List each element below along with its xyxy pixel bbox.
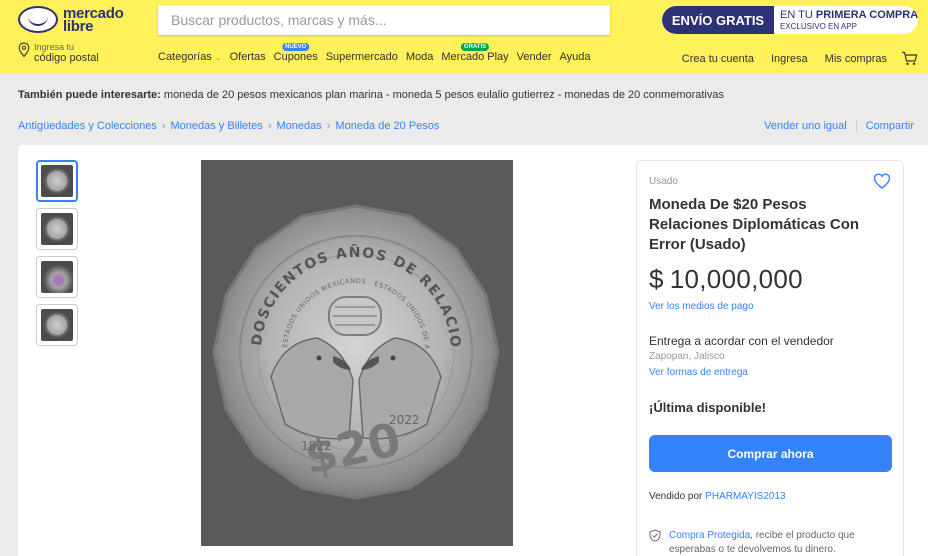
thumbnail-gallery xyxy=(36,160,78,352)
related-searches: También puede interesarte: moneda de 20 … xyxy=(18,89,724,101)
nav-label: Cupones xyxy=(273,51,318,63)
stock-status: ¡Última disponible! xyxy=(649,400,766,415)
divider xyxy=(855,120,857,132)
buy-now-button[interactable]: Comprar ahora xyxy=(649,435,892,472)
breadcrumb-item-moneda-20-pesos[interactable]: Moneda de 20 Pesos xyxy=(335,120,439,132)
promo-app-exclusive: EXCLUSIVO EN APP xyxy=(780,22,857,31)
coin-year-right: 2022 xyxy=(389,413,420,427)
breadcrumb-separator: › xyxy=(326,120,331,132)
sell-similar-link[interactable]: Vender uno igual xyxy=(764,120,847,132)
promo-first-purchase: EN TU PRIMERA COMPRA xyxy=(780,9,918,21)
postal-code-selector[interactable]: Ingresa tu código postal xyxy=(18,42,99,64)
nav-mercado-play[interactable]: GRATIS Mercado Play xyxy=(441,43,509,63)
nav-categorias[interactable]: Categorías ⌄ xyxy=(158,51,222,63)
price-currency: $ xyxy=(649,264,664,294)
nav-label: Supermercado xyxy=(325,51,398,63)
nav-cupones[interactable]: NUEVO Cupones xyxy=(273,43,318,63)
main-nav: Categorías ⌄ Ofertas NUEVO Cupones Superm… xyxy=(158,43,599,63)
thumbnail-1[interactable] xyxy=(36,160,78,202)
login-link[interactable]: Ingresa xyxy=(771,53,808,65)
free-badge: GRATIS xyxy=(460,43,490,51)
thumbnail-image xyxy=(41,309,73,341)
nav-label: Vender xyxy=(516,51,552,63)
coin-photo: DOSCIENTOS AÑOS DE RELACIONES DIPLOMÁTIC… xyxy=(209,202,500,500)
purchase-protection: Compra Protegida, recibe el producto que… xyxy=(649,529,889,556)
breadcrumb-separator: › xyxy=(161,120,166,132)
nav-ayuda[interactable]: Ayuda xyxy=(560,51,591,63)
coin-year-left: 1822 xyxy=(301,439,332,453)
related-links[interactable]: moneda de 20 pesos mexicanos plan marina… xyxy=(164,89,724,101)
my-purchases-link[interactable]: Mis compras xyxy=(825,53,887,65)
nav-label: Mercado Play xyxy=(441,51,509,63)
search-box xyxy=(158,5,757,35)
promo-bold: PRIMERA COMPRA xyxy=(815,9,918,21)
logo-wordmark: mercado libre xyxy=(63,6,124,34)
seller-location: Zapopan, Jalisco xyxy=(649,351,725,362)
seller-name-link[interactable]: PHARMAYIS2013 xyxy=(705,491,785,502)
thumbnail-2[interactable] xyxy=(36,208,78,250)
breadcrumb-actions: Vender uno igual Compartir xyxy=(764,120,914,132)
product-card: DOSCIENTOS AÑOS DE RELACIONES DIPLOMÁTIC… xyxy=(18,145,928,556)
header-bar: mercado libre ENVÍO GRATIS EN TU PRIMERA… xyxy=(0,0,928,74)
share-link[interactable]: Compartir xyxy=(866,120,914,132)
nav-label: Categorías xyxy=(158,51,212,63)
nav-label: Moda xyxy=(405,51,434,63)
shipping-methods-link[interactable]: Ver formas de entrega xyxy=(649,367,748,378)
location-pin-icon xyxy=(18,42,30,58)
breadcrumb-item-monedas[interactable]: Monedas xyxy=(276,120,321,132)
breadcrumb-separator: › xyxy=(267,120,272,132)
breadcrumb-item-antiguedades[interactable]: Antigüedades y Colecciones xyxy=(18,120,157,132)
search-input[interactable] xyxy=(158,5,568,35)
cart-icon[interactable] xyxy=(901,51,918,66)
promo-free-shipping-label: ENVÍO GRATIS xyxy=(662,6,774,34)
nav-moda[interactable]: Moda xyxy=(406,51,434,63)
handshake-logo-icon xyxy=(18,6,58,33)
mercadolibre-logo[interactable]: mercado libre xyxy=(18,6,124,34)
nav-label: Ayuda xyxy=(559,51,591,63)
thumbnail-3[interactable] xyxy=(36,256,78,298)
main-product-image[interactable]: DOSCIENTOS AÑOS DE RELACIONES DIPLOMÁTIC… xyxy=(201,160,513,546)
buy-box: Usado Moneda De $20 Pesos Relaciones Dip… xyxy=(636,160,904,556)
seller-prefix: Vendido por xyxy=(649,491,703,502)
seller-info: Vendido por PHARMAYIS2013 xyxy=(649,491,786,502)
product-condition: Usado xyxy=(649,176,678,187)
nav-ofertas[interactable]: Ofertas xyxy=(230,51,266,63)
protection-link[interactable]: Compra Protegida xyxy=(669,530,750,541)
thumbnail-image xyxy=(41,213,73,245)
product-title: Moneda De $20 Pesos Relaciones Diplomáti… xyxy=(649,196,860,253)
breadcrumb-item-monedas-billetes[interactable]: Monedas y Billetes xyxy=(170,120,262,132)
price-amount: 10,000,000 xyxy=(669,264,803,294)
thumbnail-image xyxy=(41,165,73,197)
thumbnail-4[interactable] xyxy=(36,304,78,346)
chevron-down-icon: ⌄ xyxy=(214,53,222,62)
nav-vender[interactable]: Vender xyxy=(517,51,552,63)
related-label: También puede interesarte: xyxy=(18,89,161,101)
location-prompt: Ingresa tu xyxy=(34,42,75,52)
location-label: código postal xyxy=(34,52,99,64)
create-account-link[interactable]: Crea tu cuenta xyxy=(682,53,754,65)
nav-supermercado[interactable]: Supermercado xyxy=(326,51,398,63)
breadcrumb: Antigüedades y Colecciones › Monedas y B… xyxy=(18,120,439,132)
product-price: $10,000,000 xyxy=(649,264,803,295)
shield-check-icon xyxy=(649,529,661,542)
protection-text: Compra Protegida, recibe el producto que… xyxy=(669,529,889,556)
payment-methods-link[interactable]: Ver los medios de pago xyxy=(649,301,754,312)
nav-label: Ofertas xyxy=(229,51,266,63)
delivery-info: Entrega a acordar con el vendedor xyxy=(649,334,834,348)
heart-icon[interactable] xyxy=(873,173,891,189)
free-shipping-promo-banner[interactable]: ENVÍO GRATIS EN TU PRIMERA COMPRA EXCLUS… xyxy=(662,6,918,34)
promo-prefix: EN TU xyxy=(780,9,813,21)
new-badge: NUEVO xyxy=(282,43,310,51)
account-nav: Crea tu cuenta Ingresa Mis compras xyxy=(665,51,918,66)
thumbnail-image xyxy=(41,261,73,293)
